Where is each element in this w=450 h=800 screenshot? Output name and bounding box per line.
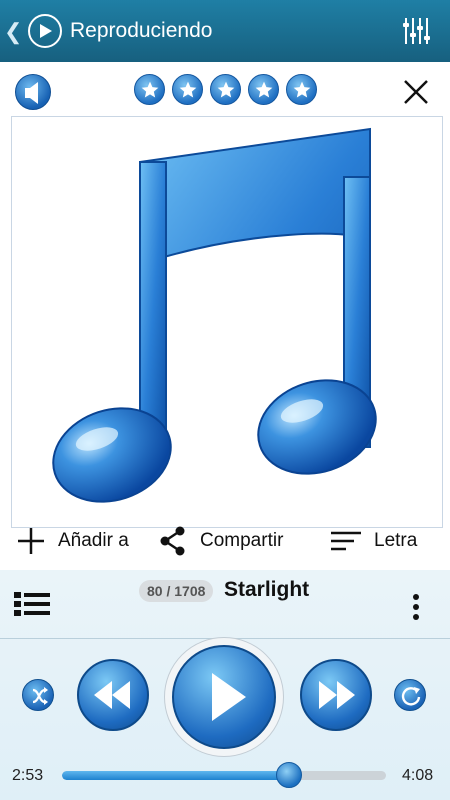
plus-icon (18, 528, 44, 554)
track-counter-badge: 80 / 1708 (139, 580, 214, 602)
share-button[interactable]: Compartir (158, 524, 283, 558)
play-button-ring (164, 637, 284, 757)
equalizer-icon[interactable] (402, 16, 430, 46)
album-artwork (11, 116, 443, 528)
speaker-icon (25, 82, 38, 104)
back-chevron-icon[interactable]: ❮ (4, 19, 22, 45)
close-icon[interactable] (402, 78, 430, 106)
song-title: Starlight (224, 578, 310, 601)
star-icon (293, 81, 310, 97)
lyrics-label: Letra (374, 530, 418, 551)
shuffle-icon (32, 687, 48, 705)
total-time: 4:08 (402, 767, 434, 784)
lyrics-icon (331, 531, 361, 551)
music-note-icon (52, 127, 377, 503)
previous-button[interactable] (77, 659, 149, 731)
star-1-button[interactable] (134, 74, 165, 105)
share-icon (160, 526, 185, 556)
volume-button[interactable] (15, 74, 51, 110)
page-title: Reproduciendo (70, 19, 213, 42)
elapsed-time: 2:53 (12, 767, 44, 784)
play-button[interactable] (172, 645, 276, 749)
share-label: Compartir (200, 530, 284, 551)
star-icon (217, 81, 234, 97)
progress-fill (62, 771, 289, 780)
star-icon (141, 81, 158, 97)
add-to-label: Añadir a (58, 530, 129, 551)
star-4-button[interactable] (248, 74, 279, 105)
play-circle-icon[interactable] (28, 14, 62, 48)
progress-bar[interactable] (62, 771, 386, 780)
lyrics-button[interactable]: Letra (330, 524, 417, 558)
rating-stars (134, 74, 317, 105)
shuffle-button[interactable] (22, 679, 54, 711)
star-3-button[interactable] (210, 74, 241, 105)
action-row: Añadir a Compartir Letra (0, 524, 450, 564)
progress-thumb[interactable] (275, 762, 302, 788)
fast-forward-icon (319, 681, 355, 709)
star-2-button[interactable] (172, 74, 203, 105)
repeat-icon (401, 687, 421, 706)
more-options-icon[interactable] (412, 594, 420, 620)
star-5-button[interactable] (286, 74, 317, 105)
rewind-icon (94, 681, 130, 709)
add-to-button[interactable]: Añadir a (16, 524, 129, 558)
repeat-button[interactable] (394, 679, 426, 711)
play-icon (212, 673, 246, 721)
star-icon (255, 81, 272, 97)
next-button[interactable] (300, 659, 372, 731)
playlist-icon[interactable] (14, 591, 50, 617)
top-bar: ❮ Reproduciendo (0, 0, 450, 62)
star-icon (179, 81, 196, 97)
